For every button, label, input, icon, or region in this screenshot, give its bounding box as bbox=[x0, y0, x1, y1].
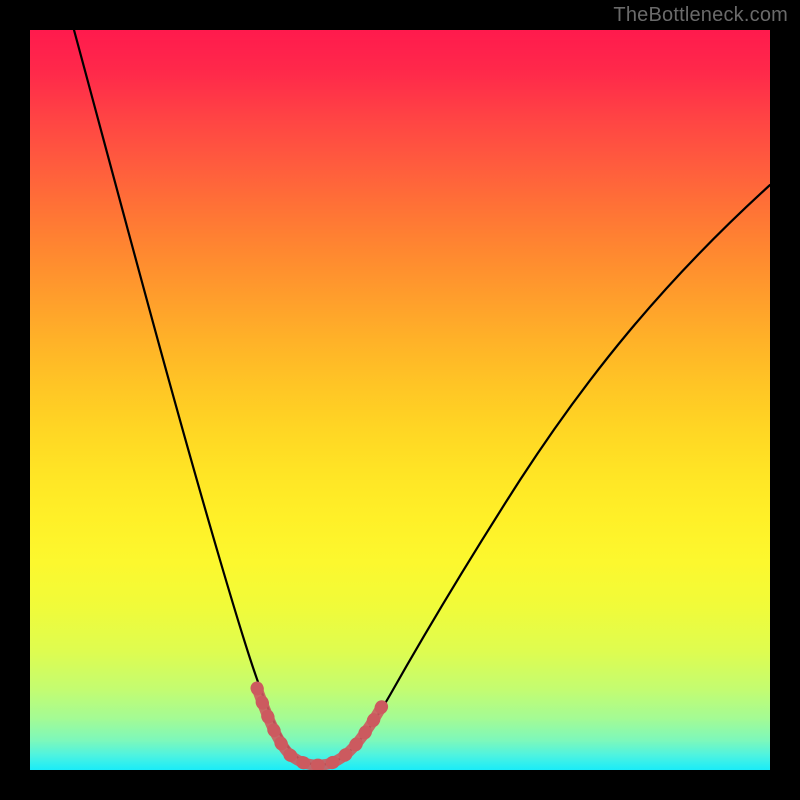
plot-area bbox=[30, 30, 770, 770]
curve-layer bbox=[30, 30, 770, 770]
chart-frame: TheBottleneck.com bbox=[0, 0, 800, 800]
bottleneck-curve bbox=[74, 30, 770, 765]
watermark-text: TheBottleneck.com bbox=[613, 4, 788, 27]
highlight-segment-fill bbox=[257, 688, 382, 765]
